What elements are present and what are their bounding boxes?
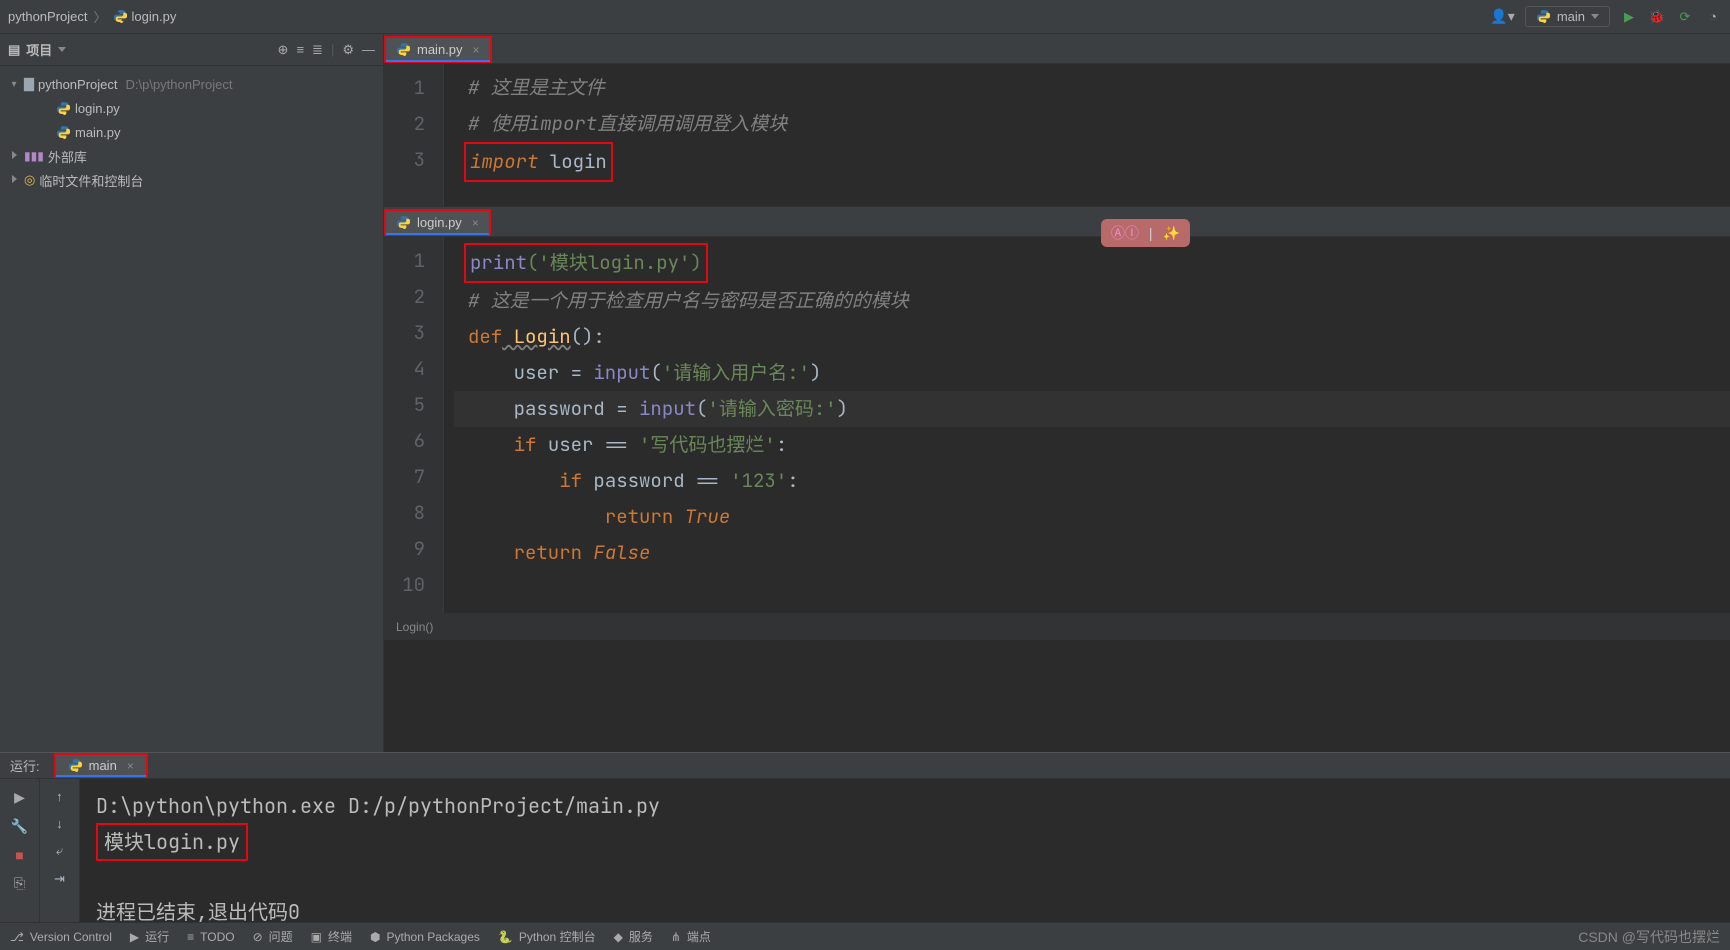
run-panel-tools-2: ↑ ↓ ⤶ ⇥ — [40, 779, 80, 939]
run-panel-tools-1: ▶ 🔧 ■ ⎘ — [0, 779, 40, 939]
console-line: D:\python\python.exe D:/p/pythonProject/… — [96, 789, 1714, 823]
run-icon[interactable]: ▶ — [14, 789, 25, 806]
topbar: pythonProject 〉 login.py 👤▾ main ▶ 🐞 ⟳ ◔ — [0, 0, 1730, 34]
close-icon[interactable]: × — [473, 43, 480, 57]
run-tab-main[interactable]: main × — [54, 753, 148, 778]
console-line: 模块login.py — [96, 823, 248, 861]
dropdown-icon — [58, 47, 66, 52]
close-icon[interactable]: × — [127, 759, 134, 773]
tab-main-py[interactable]: main.py × — [384, 36, 492, 63]
breadcrumb-project[interactable]: pythonProject — [8, 9, 88, 24]
project-icon: ▤ — [8, 42, 20, 58]
scroll-icon[interactable]: ⇥ — [54, 871, 65, 887]
bottom-bar: ⎇Version Control ▶运行 ≡TODO ⊘问题 ▣终端 ⬢Pyth… — [0, 922, 1730, 950]
gear-icon[interactable]: ⚙ — [342, 42, 354, 58]
wrench-icon[interactable]: 🔧 — [11, 818, 28, 835]
lib-icon: ▮▮▮ — [24, 149, 44, 163]
coverage-run-icon[interactable]: ⟳ — [1676, 9, 1694, 25]
tree-file[interactable]: main.py — [0, 120, 383, 144]
breadcrumb: pythonProject 〉 login.py — [8, 7, 176, 26]
project-panel: ▤ 项目 ⊕ ≡ ≣ | ⚙ — ▾ ▇ pythonProject D:\p\… — [0, 34, 384, 752]
tree-path: D:\p\pythonProject — [126, 77, 233, 92]
python-file-icon — [68, 758, 83, 773]
collapse-all-icon[interactable]: ≣ — [312, 42, 323, 58]
chevron-down-icon[interactable]: ▾ — [8, 79, 20, 90]
chevron-right-icon[interactable] — [8, 175, 20, 186]
stop-icon[interactable]: ■ — [15, 847, 23, 863]
editor-area: main.py × 1 2 3 # 这里是主文件 # 使用import直接调用调… — [384, 34, 1730, 752]
bb-vcs[interactable]: ⎇Version Control — [10, 930, 112, 944]
run-panel-header: 运行: main × — [0, 753, 1730, 779]
editor-login: login.py × ⒶⒾ | ✨ 1 2 3 4 5 6 7 8 — [384, 207, 1730, 640]
endpoints-icon: ⋔ — [671, 930, 681, 944]
terminal-icon: ▣ — [311, 930, 322, 944]
bb-services[interactable]: ◆服务 — [614, 928, 653, 945]
bb-problems[interactable]: ⊘问题 — [253, 928, 293, 945]
close-icon[interactable]: × — [472, 216, 479, 230]
hide-icon[interactable]: — — [362, 42, 375, 58]
run-icon[interactable]: ▶ — [1620, 9, 1638, 25]
editor-main: main.py × 1 2 3 # 这里是主文件 # 使用import直接调用调… — [384, 34, 1730, 207]
run-icon: ▶ — [130, 930, 139, 944]
project-panel-header: ▤ 项目 ⊕ ≡ ≣ | ⚙ — — [0, 34, 383, 66]
tree-root[interactable]: ▾ ▇ pythonProject D:\p\pythonProject — [0, 72, 383, 96]
tab-login-py[interactable]: login.py × — [384, 209, 491, 236]
watermark: CSDN @写代码也摆烂 — [1578, 927, 1720, 947]
scratches-icon: ◎ — [24, 172, 35, 188]
packages-icon: ⬢ — [370, 930, 380, 944]
bb-todo[interactable]: ≡TODO — [187, 930, 234, 944]
folder-icon: ▇ — [24, 76, 34, 92]
problems-icon: ⊘ — [253, 930, 263, 944]
bb-python-packages[interactable]: ⬢Python Packages — [370, 930, 480, 944]
bb-endpoints[interactable]: ⋔端点 — [671, 928, 711, 945]
dropdown-icon — [1591, 14, 1599, 19]
tree-scratches[interactable]: ◎ 临时文件和控制台 — [0, 168, 383, 192]
code-main[interactable]: 1 2 3 # 这里是主文件 # 使用import直接调用调用登入模块 impo… — [384, 64, 1730, 206]
down-arrow-icon[interactable]: ↓ — [56, 816, 63, 831]
tree-file[interactable]: login.py — [0, 96, 383, 120]
console-output[interactable]: D:\python\python.exe D:/p/pythonProject/… — [80, 779, 1730, 939]
bb-terminal[interactable]: ▣终端 — [311, 928, 352, 945]
softwrap-icon[interactable]: ⤶ — [56, 843, 63, 859]
locate-icon[interactable]: ⊕ — [278, 42, 289, 58]
services-icon: ◆ — [614, 930, 623, 944]
editor-breadcrumb[interactable]: Login() — [384, 613, 1730, 639]
run-label: 运行: — [10, 756, 40, 775]
add-user-icon[interactable]: 👤▾ — [1490, 8, 1514, 25]
up-arrow-icon[interactable]: ↑ — [56, 789, 63, 804]
project-tree: ▾ ▇ pythonProject D:\p\pythonProject log… — [0, 66, 383, 198]
python-file-icon — [1536, 9, 1551, 24]
topbar-right: 👤▾ main ▶ 🐞 ⟳ ◔ — [1490, 6, 1722, 27]
code-login[interactable]: 1 2 3 4 5 6 7 8 9 10 print('模块login.py')… — [384, 237, 1730, 613]
todo-icon: ≡ — [187, 930, 194, 944]
run-panel: 运行: main × ▶ 🔧 ■ ⎘ ↑ ↓ ⤶ ⇥ D:\python\pyt… — [0, 752, 1730, 922]
run-config-selector[interactable]: main — [1525, 6, 1610, 27]
expand-all-icon[interactable]: ≡ — [296, 42, 304, 58]
bb-run[interactable]: ▶运行 — [130, 928, 169, 945]
tree-external-libs[interactable]: ▮▮▮ 外部库 — [0, 144, 383, 168]
debug-icon[interactable]: 🐞 — [1648, 9, 1666, 25]
divider: | — [331, 42, 334, 58]
python-file-icon — [56, 101, 71, 116]
python-file-icon — [396, 215, 411, 230]
profile-icon[interactable]: ◔ — [1704, 9, 1722, 24]
project-panel-title[interactable]: ▤ 项目 — [8, 40, 66, 59]
python-file-icon — [396, 42, 411, 57]
chevron-right-icon[interactable] — [8, 151, 20, 162]
pyconsole-icon: 🐍 — [498, 930, 513, 944]
main-layout: ▤ 项目 ⊕ ≡ ≣ | ⚙ — ▾ ▇ pythonProject D:\p\… — [0, 34, 1730, 752]
exit-icon[interactable]: ⎘ — [14, 875, 25, 892]
bb-python-console[interactable]: 🐍Python 控制台 — [498, 928, 596, 945]
python-file-icon — [113, 9, 128, 24]
breadcrumb-file[interactable]: login.py — [113, 9, 177, 24]
python-file-icon — [56, 125, 71, 140]
breadcrumb-sep: 〉 — [92, 7, 109, 26]
branch-icon: ⎇ — [10, 930, 24, 944]
